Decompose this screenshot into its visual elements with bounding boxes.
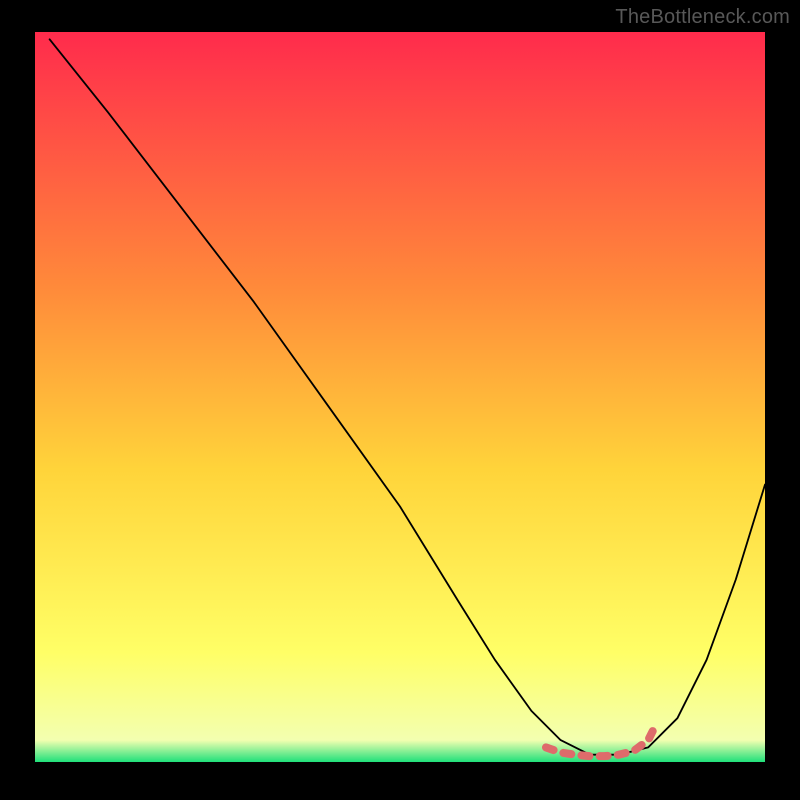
chart-container: TheBottleneck.com [0, 0, 800, 800]
gradient-background [35, 32, 765, 762]
watermark-text: TheBottleneck.com [615, 6, 790, 29]
bottleneck-chart [35, 32, 765, 762]
